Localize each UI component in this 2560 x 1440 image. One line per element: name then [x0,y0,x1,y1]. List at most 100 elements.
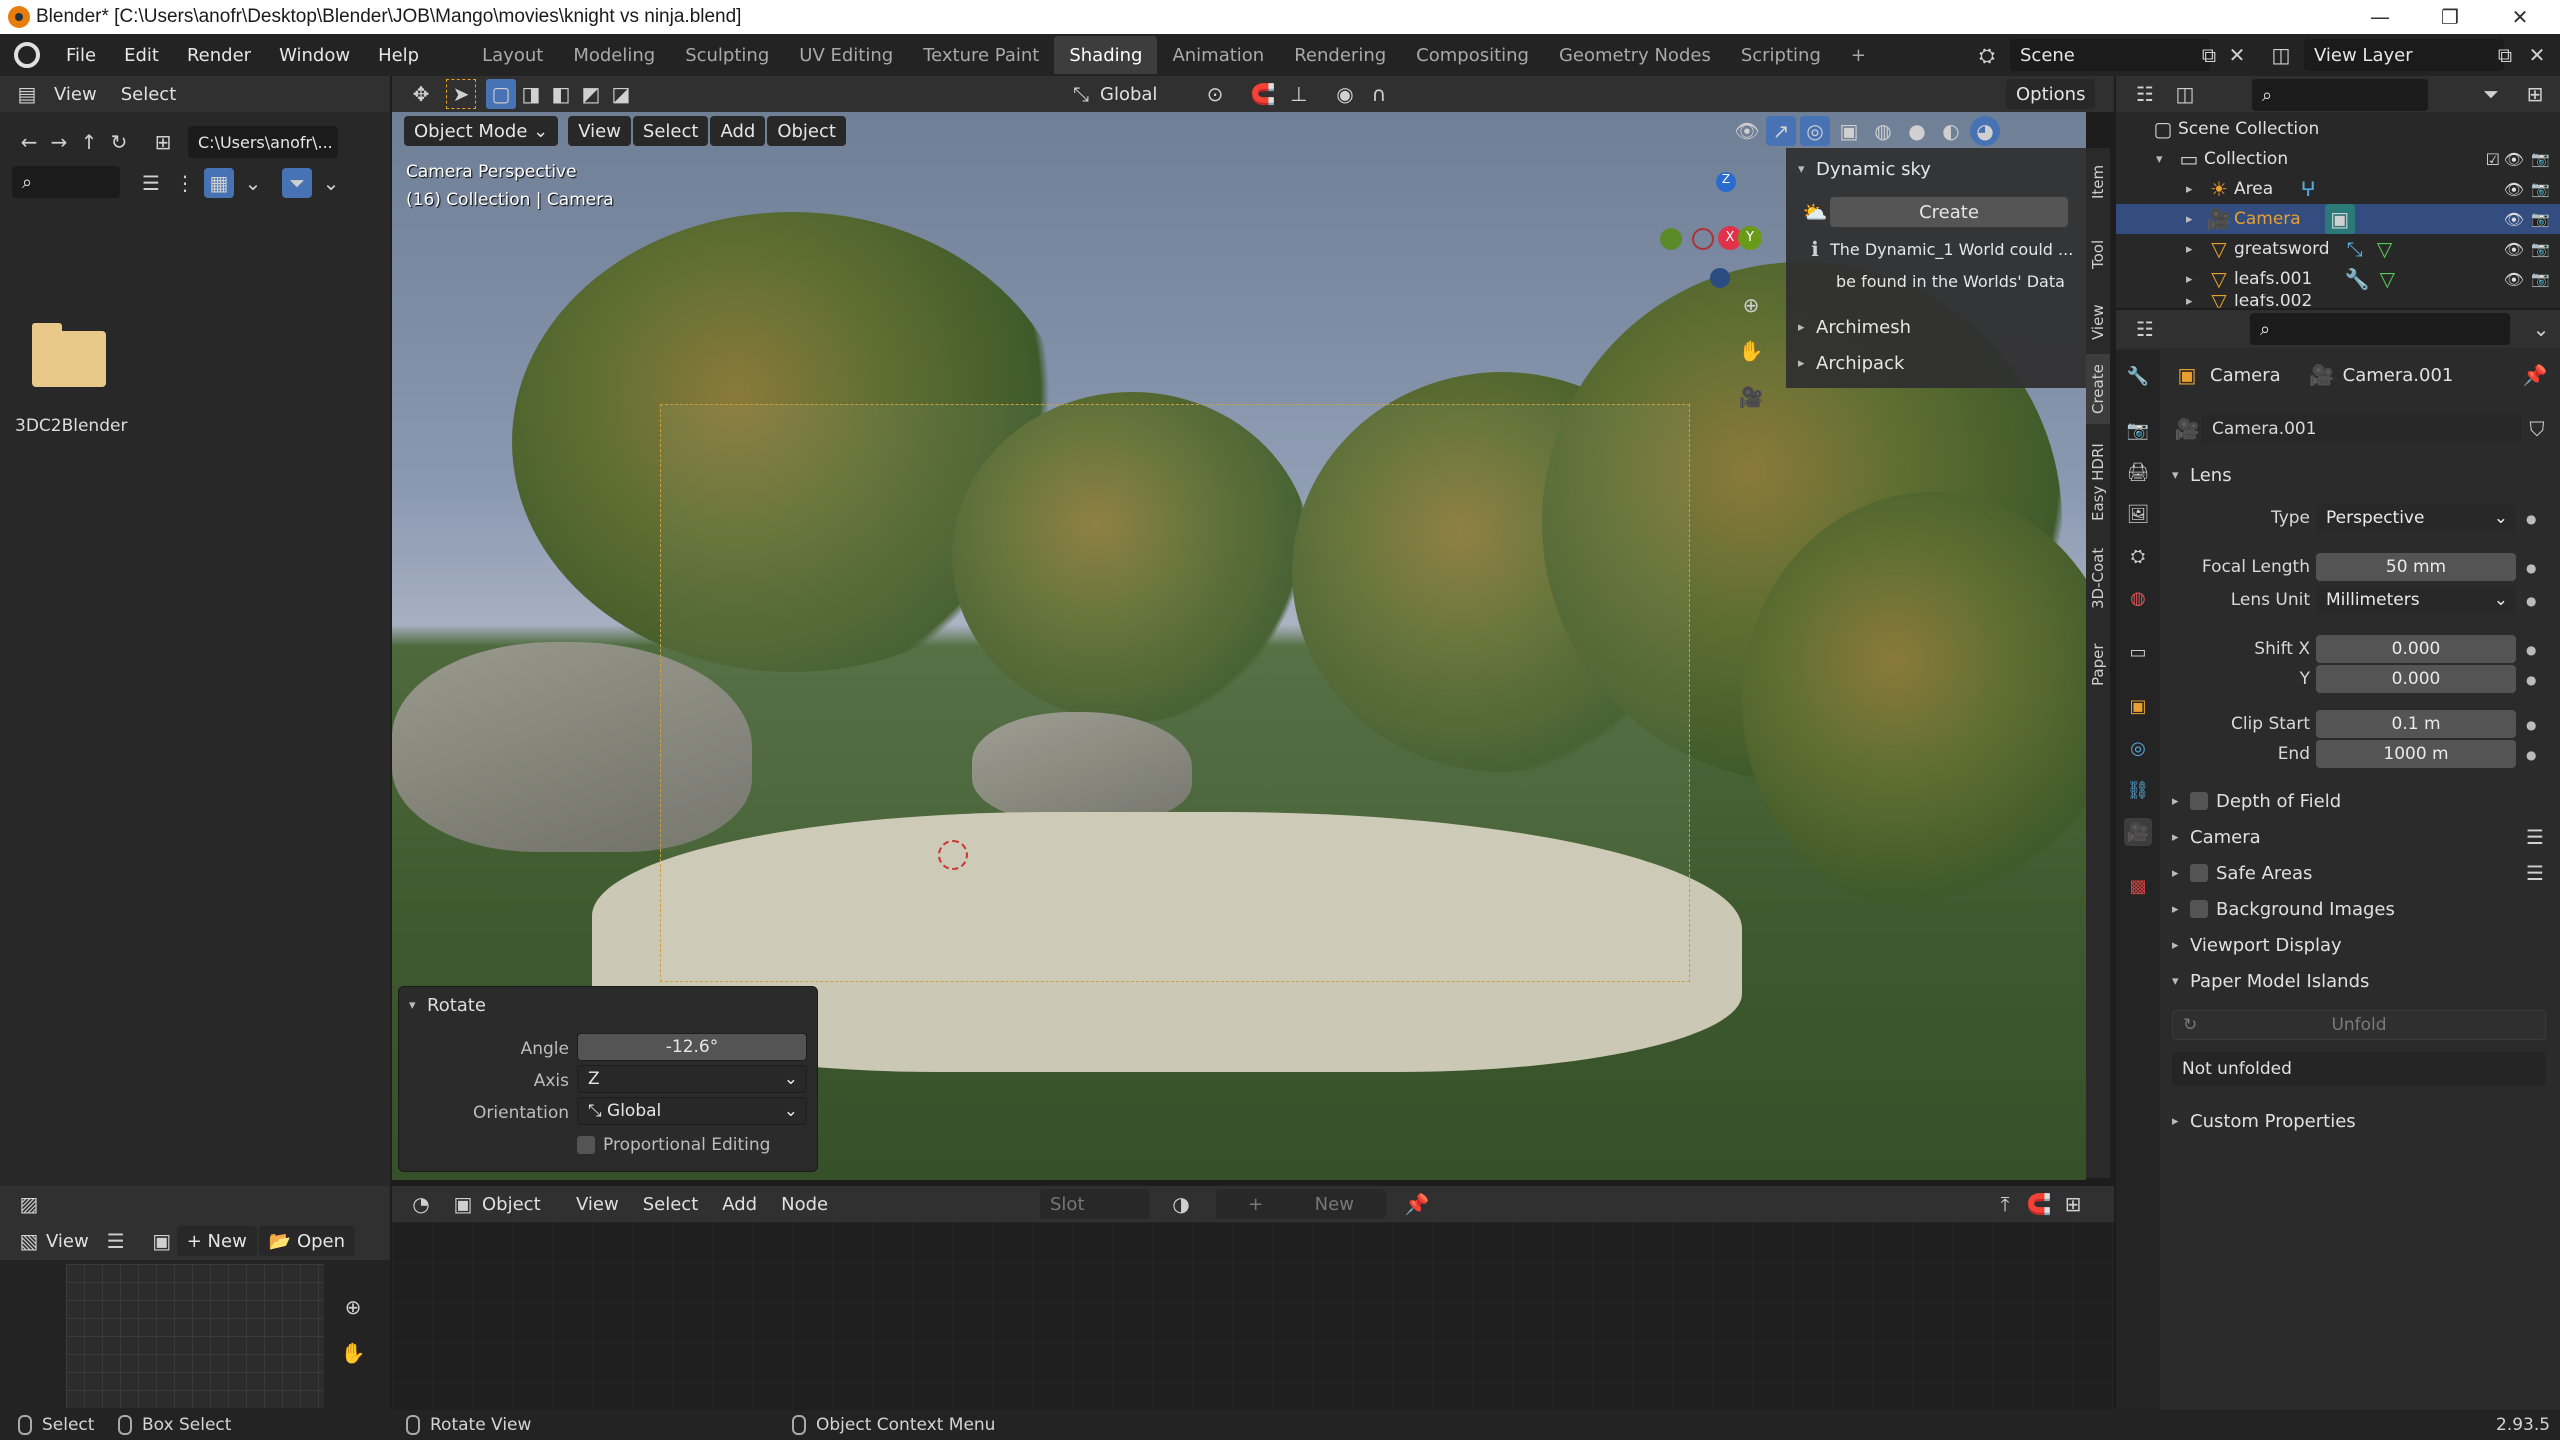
object-menu[interactable]: Object [767,116,846,146]
paper-model-islands-section[interactable]: ▾ Paper Model Islands [2172,966,2550,996]
keyframe-dot-icon[interactable]: ● [2526,748,2536,762]
tab-shading[interactable]: Shading [1054,36,1158,74]
image-canvas[interactable] [66,1264,324,1408]
focal-length-field[interactable]: 50 mm [2316,553,2516,581]
view-layer-tab-icon[interactable]: 🖼 [2124,500,2152,528]
filter-search-input[interactable]: ⌕ [12,166,120,198]
tab-easy-hdri[interactable]: Easy HDRI [2086,432,2110,532]
depth-of-field-section[interactable]: ▸ Depth of Field [2172,786,2550,816]
datablock-name-field[interactable]: Camera.001 [2202,414,2522,444]
node-node-menu[interactable]: Node [769,1194,840,1215]
open-image-button[interactable]: 📂 Open [258,1226,356,1256]
object-tab-icon[interactable]: ▣ [2124,692,2152,720]
collection-row[interactable]: ▾ ▭ Collection ☑ 👁 📷 [2116,144,2560,174]
node-select-menu[interactable]: Select [631,1194,711,1215]
thumbnails-icon[interactable]: ▦ [204,168,234,198]
object-type-dropdown[interactable]: Object [478,1194,564,1215]
outliner-item-leafs[interactable]: ▸ ▽ leafs.001 🔧 ▽ 👁 📷 [2116,264,2560,294]
collection-tab-icon[interactable]: ▭ [2124,638,2152,666]
tool-tab-icon[interactable]: 🔧 [2124,362,2152,390]
shift-y-field[interactable]: 0.000 [2316,665,2516,693]
neg-y-axis-icon[interactable] [1660,228,1682,250]
select-mode-invert-icon[interactable]: ◩ [576,79,606,109]
background-images-section[interactable]: ▸ Background Images [2172,894,2550,924]
hamburger-menu-icon[interactable]: ☰ [101,1226,131,1256]
render-camera-icon[interactable]: 📷 [2531,270,2550,288]
new-scene-icon[interactable]: ⧉ [2194,40,2224,70]
checkbox-icon[interactable] [2190,900,2208,918]
menu-edit[interactable]: Edit [110,34,173,76]
navigation-gizmo[interactable]: Z X Y [1652,172,1762,288]
new-folder-icon[interactable]: ⊞ [148,127,178,157]
keyframe-dot-icon[interactable]: ● [2526,594,2536,608]
tab-scripting[interactable]: Scripting [1726,36,1836,74]
solid-shading-icon[interactable]: ● [1902,116,1932,146]
output-tab-icon[interactable]: 🖨 [2124,458,2152,486]
visibility-icon[interactable]: 👁 [1732,116,1762,146]
orientation-dropdown[interactable]: ⤡ Global ⌄ [577,1097,807,1125]
transform-tool-icon[interactable]: ✥ [406,79,436,109]
tab-texture-paint[interactable]: Texture Paint [908,36,1054,74]
options-dropdown[interactable]: Options [2006,79,2096,109]
node-editor-canvas[interactable] [392,1222,2114,1410]
add-menu[interactable]: Add [710,116,766,146]
new-view-layer-icon[interactable]: ⧉ [2490,40,2520,70]
safe-areas-section[interactable]: ▸ Safe Areas ☰ [2172,858,2550,888]
editor-type-icon[interactable]: ▤ [12,79,42,109]
menu-help[interactable]: Help [364,34,433,76]
close-icon[interactable]: ✕ [2490,0,2550,34]
node-add-menu[interactable]: Add [710,1194,769,1215]
maximize-icon[interactable]: ❐ [2420,0,2480,34]
new-material-button[interactable]: + New [1216,1189,1386,1219]
parent-dir-icon[interactable]: ↑ [74,127,104,157]
properties-type-icon[interactable]: ☷ [2130,314,2160,344]
lens-unit-dropdown[interactable]: Millimeters ⌄ [2316,586,2516,614]
fake-user-shield-icon[interactable]: ⛉ [2522,414,2552,444]
physics-tab-icon[interactable]: ◎ [2124,734,2152,762]
view-menu[interactable]: View [568,116,631,146]
keyframe-dot-icon[interactable]: ● [2526,512,2536,526]
tab-layout[interactable]: Layout [467,36,558,74]
snap-type-icon[interactable]: ⊞ [2058,1189,2088,1219]
unfold-button[interactable]: ↻ Unfold [2172,1010,2546,1040]
dynamic-sky-header[interactable]: ▾ Dynamic sky [1786,154,2086,184]
view-layer-field[interactable]: View Layer [2304,39,2504,71]
visibility-eye-icon[interactable]: 👁 [2504,150,2524,169]
view-layer-icon[interactable]: ◫ [2266,40,2296,70]
snap-icon[interactable]: 🧲 [1248,79,1278,109]
tab-view[interactable]: View [2086,292,2110,352]
rotate-panel-header[interactable]: ▾ Rotate [409,995,486,1016]
camera-section[interactable]: ▸ Camera ☰ [2172,822,2550,852]
expand-arrow-icon[interactable]: ▾ [2156,152,2174,167]
outliner-type-icon[interactable]: ☷ [2130,79,2160,109]
camera-data-browse-icon[interactable]: 🎥 [2172,414,2202,444]
lens-section-header[interactable]: ▾ Lens [2172,460,2550,490]
delete-view-layer-icon[interactable]: ✕ [2522,40,2552,70]
visibility-eye-icon[interactable]: 👁 [2504,180,2524,199]
camera-view-icon[interactable]: 🎥 [1736,382,1766,412]
tab-animation[interactable]: Animation [1157,36,1279,74]
keyframe-dot-icon[interactable]: ● [2526,718,2536,732]
chevron-down-icon[interactable]: ⌄ [2526,314,2556,344]
vertical-list-icon[interactable]: ☰ [136,168,166,198]
keyframe-dot-icon[interactable]: ● [2526,561,2536,575]
constraints-tab-icon[interactable]: ⛓ [2124,776,2152,804]
material-sphere-icon[interactable]: ◑ [1166,1189,1196,1219]
xray-icon[interactable]: ▣ [1834,116,1864,146]
scene-field[interactable]: Scene [2010,39,2210,71]
render-camera-icon[interactable]: 📷 [2531,150,2550,168]
tab-sculpting[interactable]: Sculpting [670,36,784,74]
proportional-edit-icon[interactable]: ◉ [1330,79,1360,109]
display-dropdown-icon[interactable]: ⌄ [238,168,268,198]
select-mode-subtract-icon[interactable]: ◧ [546,79,576,109]
menu-render[interactable]: Render [173,34,265,76]
render-camera-icon[interactable]: 📷 [2531,240,2550,258]
expand-arrow-icon[interactable]: ▸ [2186,242,2204,257]
folder-label[interactable]: 3DC2Blender [15,416,127,436]
neg-x-axis-icon[interactable] [1692,228,1714,250]
snap-target-icon[interactable]: ⊥ [1284,79,1314,109]
select-mode-intersect-icon[interactable]: ◪ [606,79,636,109]
checkbox-icon[interactable] [2190,792,2208,810]
tab-paper[interactable]: Paper [2086,630,2110,700]
world-tab-icon[interactable]: ◍ [2124,584,2152,612]
